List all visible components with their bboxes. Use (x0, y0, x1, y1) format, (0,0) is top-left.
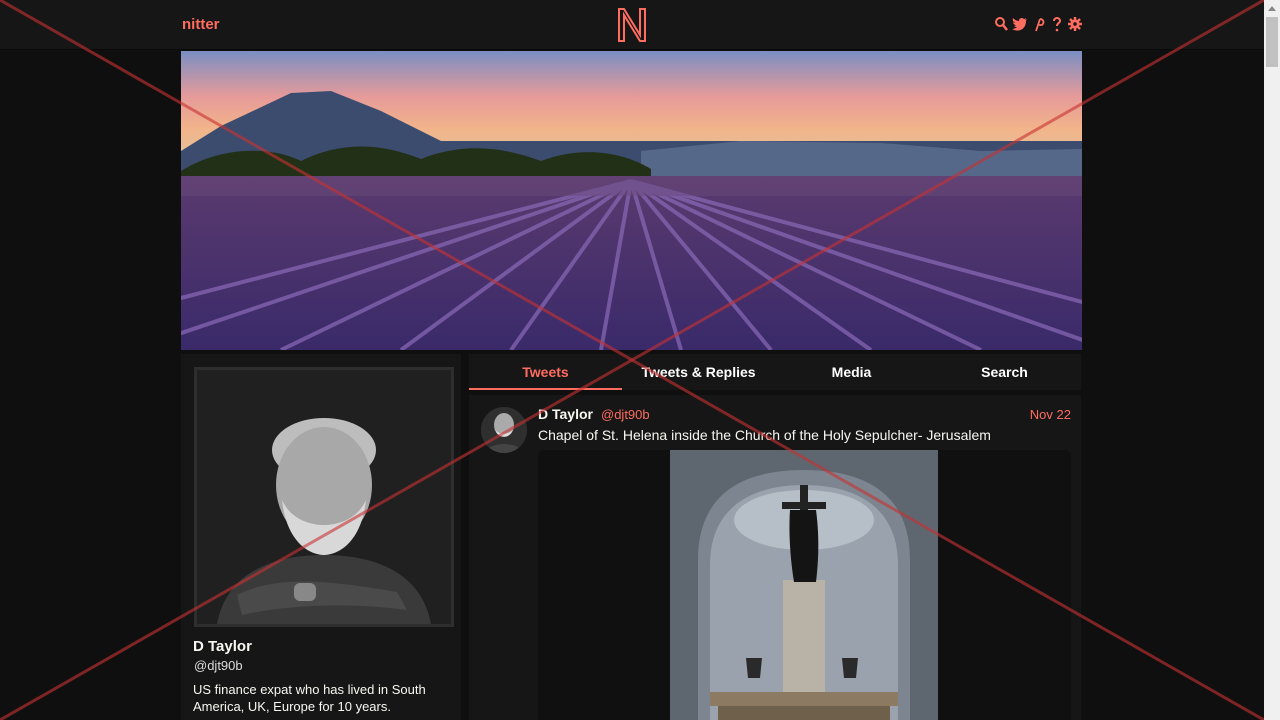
tweet-author-handle[interactable]: @djt90b (601, 407, 650, 422)
tweet-image[interactable] (670, 450, 938, 720)
tweet-text: Chapel of St. Helena inside the Church o… (538, 427, 991, 443)
settings-icon[interactable] (1068, 16, 1082, 32)
profile-username[interactable]: @djt90b (194, 658, 243, 673)
tab-search[interactable]: Search (928, 354, 1081, 390)
help-icon[interactable] (1052, 16, 1062, 32)
profile-banner[interactable] (181, 51, 1082, 350)
nitter-logo[interactable] (616, 7, 648, 43)
tweet-author-name[interactable]: D Taylor (538, 406, 593, 422)
scrollbar-thumb[interactable] (1266, 17, 1278, 67)
brand-link[interactable]: nitter (182, 16, 220, 33)
scroll-up-arrow-icon[interactable] (1264, 0, 1280, 17)
tab-tweets-replies[interactable]: Tweets & Replies (622, 354, 775, 390)
profile-card: D Taylor @djt90b US finance expat who ha… (181, 354, 461, 720)
tab-media[interactable]: Media (775, 354, 928, 390)
tweet-avatar[interactable] (481, 407, 527, 453)
tweet-date[interactable]: Nov 22 (1030, 407, 1071, 422)
tweet-media-container (538, 450, 1071, 720)
nav-icons (994, 16, 1082, 32)
scrollbar[interactable] (1264, 0, 1280, 720)
timeline: D Taylor @djt90b Nov 22 Chapel of St. He… (469, 395, 1081, 720)
rss-icon[interactable] (1034, 16, 1046, 32)
profile-fullname[interactable]: D Taylor (193, 638, 252, 655)
profile-avatar[interactable] (194, 367, 454, 627)
timeline-tabs: Tweets Tweets & Replies Media Search (469, 354, 1081, 390)
profile-bio: US finance expat who has lived in South … (193, 682, 426, 714)
tab-tweets[interactable]: Tweets (469, 354, 622, 390)
twitter-icon[interactable] (1012, 16, 1028, 32)
top-navbar: nitter (0, 0, 1264, 50)
search-icon[interactable] (994, 16, 1008, 32)
